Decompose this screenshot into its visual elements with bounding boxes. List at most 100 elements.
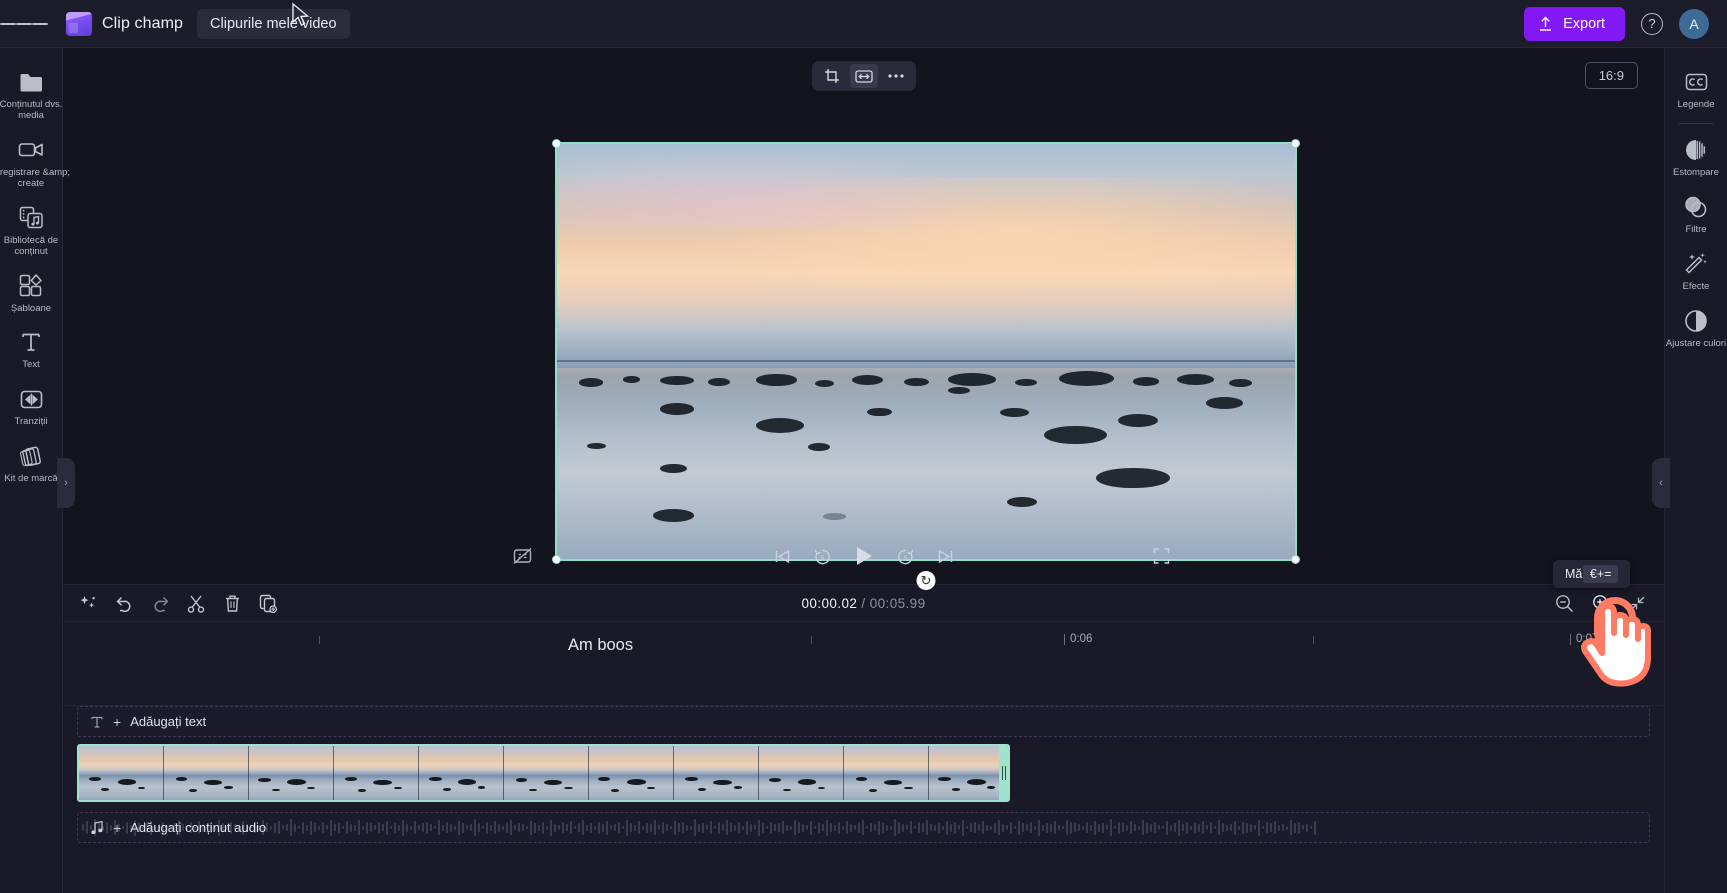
sidebar-item-library[interactable]: Bibliotecă de conținut <box>0 196 63 264</box>
duplicate-icon[interactable] <box>257 592 279 614</box>
fullscreen-icon[interactable] <box>1153 548 1170 565</box>
skip-to-start-icon[interactable] <box>774 548 791 565</box>
zoom-in-tooltip-shortcut: €+= <box>1582 565 1619 583</box>
avatar[interactable]: A <box>1679 8 1709 39</box>
project-name-chip[interactable]: Clipurile mele video <box>197 8 350 39</box>
clip-trim-handle-right[interactable] <box>999 746 1008 800</box>
panel-item-fade[interactable]: Estompare <box>1665 128 1727 185</box>
transitions-icon <box>20 386 43 412</box>
text-icon <box>20 329 42 355</box>
clipchamp-logo-icon <box>66 11 92 36</box>
body-row: Conținutul dvs. media Înregistrare &amp;… <box>0 48 1727 893</box>
play-icon[interactable] <box>854 545 874 567</box>
sidebar-item-media-label: Conținutul dvs. media <box>0 99 63 121</box>
magic-sparkle-icon[interactable] <box>77 592 99 614</box>
horizon-line <box>557 359 1295 362</box>
closed-captions-icon <box>1685 69 1708 95</box>
video-preview[interactable] <box>555 142 1297 561</box>
delete-trash-icon[interactable] <box>221 592 243 614</box>
right-sidebar-collapse-button[interactable]: ‹ <box>1652 458 1670 508</box>
crop-icon[interactable] <box>818 64 846 88</box>
sidebar-item-library-label: Bibliotecă de conținut <box>3 234 59 257</box>
right-sidebar: Legende Estompare Filtre Efecte Ajustare… <box>1652 48 1727 893</box>
add-audio-label: Adăugați conținut audio <box>130 820 267 835</box>
sidebar-item-record[interactable]: Înregistrare &amp; create <box>0 128 70 196</box>
time-separator: / <box>861 595 866 611</box>
export-button[interactable]: Export <box>1524 6 1625 41</box>
brand: Clip champ <box>48 11 184 36</box>
panel-item-effects-label: Efecte <box>1682 280 1710 292</box>
text-track[interactable]: + Adăugați text <box>77 706 1650 737</box>
video-clip[interactable] <box>77 744 1010 802</box>
panel-item-filters[interactable]: Filtre <box>1665 185 1727 242</box>
help-icon[interactable]: ? <box>1641 12 1663 35</box>
add-text-plus: + <box>113 713 122 730</box>
sidebar-item-media[interactable]: Conținutul dvs. media <box>0 60 63 128</box>
resize-handle-top-left[interactable] <box>552 139 561 148</box>
filters-icon <box>1684 194 1708 220</box>
zoom-in-icon[interactable] <box>1592 594 1611 613</box>
left-sidebar: Conținutul dvs. media Înregistrare &amp;… <box>0 48 75 893</box>
center-column: 16:9 ↻ 5 5 00:00.02 / 00:05.99 0:06 0:07… <box>63 48 1664 893</box>
ruler-minor-tick <box>811 636 812 644</box>
timeline-tools <box>77 592 279 614</box>
skip-to-end-icon[interactable] <box>937 548 954 565</box>
split-scissors-icon[interactable] <box>185 592 207 614</box>
ruler-tick-label: 0:07 <box>1576 633 1599 645</box>
color-adjust-icon <box>1684 308 1708 334</box>
time-display: 00:00.02 / 00:05.99 <box>802 596 926 611</box>
preview-stage: 16:9 ↻ <box>63 48 1664 590</box>
audio-waveform <box>78 813 1649 842</box>
panel-item-coloradjust[interactable]: Ajustare culori <box>1665 299 1727 356</box>
sidebar-expand-button[interactable]: › <box>57 458 75 508</box>
panel-item-coloradjust-label: Ajustare culori <box>1665 337 1727 349</box>
sidebar-item-templates-label: Șabloane <box>10 302 52 314</box>
timeline-zoom-controls <box>1555 594 1646 613</box>
forward-5s-icon[interactable]: 5 <box>896 547 915 566</box>
resize-handle-top-right[interactable] <box>1291 139 1300 148</box>
svg-text:5: 5 <box>903 555 907 562</box>
undo-icon[interactable] <box>113 592 135 614</box>
timeline-ruler[interactable]: 0:06 0:07 Am boos <box>63 622 1664 706</box>
media-folder-icon <box>19 69 44 95</box>
ruler-tick: 0:06 <box>1064 633 1093 645</box>
total-time: 00:05.99 <box>869 595 926 611</box>
top-bar: Clip champ Clipurile mele video Export ?… <box>0 0 1727 48</box>
sidebar-divider <box>1679 122 1713 124</box>
panel-item-fade-label: Estompare <box>1673 166 1719 178</box>
audio-track[interactable]: + Adăugați conținut audio <box>77 812 1650 843</box>
sidebar-item-text[interactable]: Text <box>0 320 63 377</box>
zoom-out-icon[interactable] <box>1555 594 1574 613</box>
sidebar-item-brandkit[interactable]: Kit de marcă <box>0 434 63 491</box>
hamburger-menu-icon[interactable] <box>0 0 48 48</box>
timeline-toolbar: 00:00.02 / 00:05.99 <box>63 585 1664 622</box>
sidebar-item-templates[interactable]: Șabloane <box>0 264 63 321</box>
clipchamp-app: Clip champ Clipurile mele video Export ?… <box>0 0 1727 893</box>
panel-item-filters-label: Filtre <box>1685 223 1707 235</box>
sidebar-item-transitions-label: Tranziții <box>14 416 48 428</box>
fit-to-timeline-icon[interactable] <box>1629 595 1646 612</box>
more-options-icon[interactable] <box>882 64 910 88</box>
aspect-ratio-badge[interactable]: 16:9 <box>1584 62 1638 89</box>
ruler-tick-label: 0:06 <box>1070 633 1093 645</box>
panel-item-captions-label: Legende <box>1677 99 1715 110</box>
top-bar-right: Export ? A <box>1524 6 1727 41</box>
redo-icon[interactable] <box>149 592 171 614</box>
timeline-empty-area[interactable] <box>63 843 1664 893</box>
current-time: 00:00.02 <box>801 595 858 611</box>
ruler-minor-tick <box>319 636 320 644</box>
content-library-icon <box>19 205 44 231</box>
playback-bar: 5 5 <box>63 528 1664 584</box>
sidebar-item-transitions[interactable]: Tranziții <box>0 377 63 434</box>
rewind-5s-icon[interactable]: 5 <box>813 547 832 566</box>
add-audio-plus: + <box>113 819 122 836</box>
captions-off-icon[interactable] <box>513 547 532 565</box>
upload-icon <box>1540 16 1552 31</box>
brand-name: Clip champ <box>102 14 184 32</box>
playback-controls: 5 5 <box>774 545 954 567</box>
fade-icon <box>1684 137 1708 163</box>
panel-item-captions[interactable]: Legende <box>1665 60 1727 117</box>
video-camera-icon <box>18 137 44 163</box>
panel-item-effects[interactable]: Efecte <box>1665 242 1727 299</box>
fit-to-frame-icon[interactable] <box>849 64 878 88</box>
